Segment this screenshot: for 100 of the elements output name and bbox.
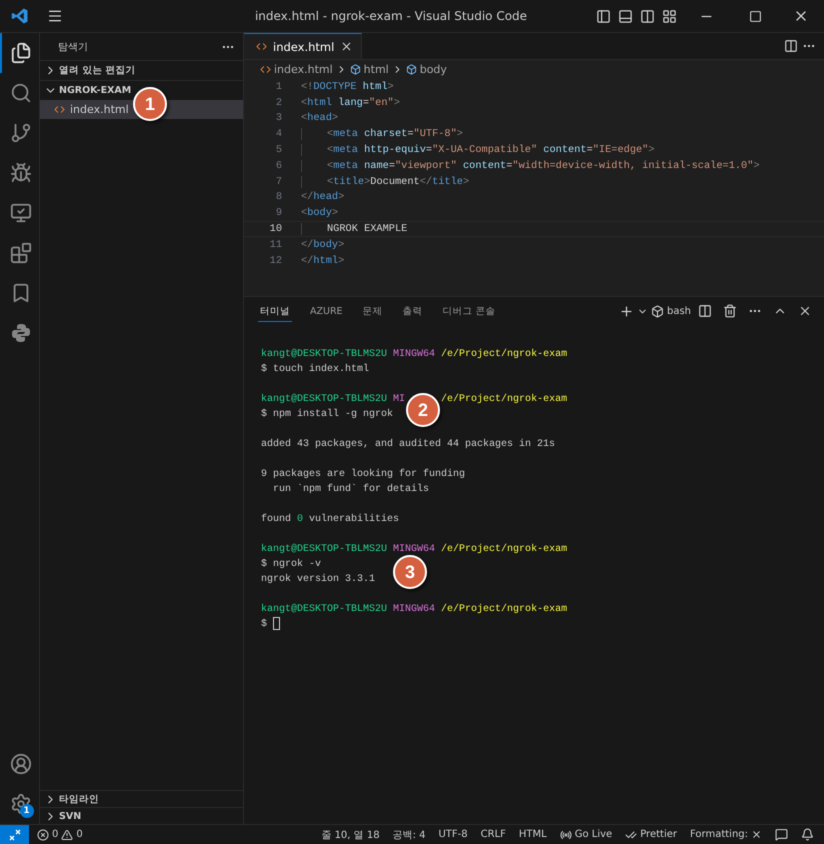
status-item[interactable]: 줄 10, 열 18 xyxy=(321,828,380,842)
monitor-icon xyxy=(10,202,32,224)
code-line: <meta http-equiv="X-UA-Compatible" content="IE=edge"> xyxy=(301,144,655,156)
code-line: <html lang="en"> xyxy=(301,96,400,109)
shell-label[interactable]: bash xyxy=(666,306,691,316)
window-title: index.html - ngrok-exam - Visual Studio Code xyxy=(254,9,528,23)
blocks-icon xyxy=(10,242,32,264)
code-line: <meta name="viewport" content="width=device-width, initial-scale=1.0"> xyxy=(301,160,760,172)
status-item[interactable]: Prettier xyxy=(625,828,677,840)
line-number: 11 xyxy=(268,238,282,251)
section-header[interactable]: 타임라인 xyxy=(59,792,99,806)
menu-icon[interactable] xyxy=(47,8,63,24)
status-item[interactable]: Formatting: xyxy=(690,829,762,840)
split-editor-icon[interactable] xyxy=(784,39,798,53)
sidebar-toggle-icon[interactable] xyxy=(596,8,610,24)
close-icon[interactable] xyxy=(798,304,812,318)
python-icon xyxy=(10,323,30,343)
breadcrumb[interactable]: body xyxy=(420,62,447,76)
line-number: 4 xyxy=(274,128,282,140)
code-icon xyxy=(256,41,267,52)
close-icon xyxy=(751,829,762,840)
app-logo-icon xyxy=(11,7,29,25)
remote-button[interactable] xyxy=(0,825,29,844)
terminal-line: 9 packages are looking for funding xyxy=(261,468,466,482)
broadcast-icon xyxy=(560,828,572,840)
code-line: </body> xyxy=(301,238,344,251)
double-check-icon xyxy=(625,828,638,840)
layout-icon[interactable] xyxy=(662,8,676,24)
remote-icon xyxy=(8,828,20,840)
files-icon xyxy=(10,42,32,64)
search-icon xyxy=(10,82,32,104)
split-terminal-icon[interactable] xyxy=(698,304,712,318)
close-icon[interactable] xyxy=(340,40,354,53)
line-number: 9 xyxy=(274,207,282,220)
terminal-line: added 43 packages, and audited 44 packages in 21s xyxy=(261,438,556,452)
line-number: 7 xyxy=(274,176,282,188)
terminal-line: $ touch index.html xyxy=(261,362,370,377)
trash-icon[interactable] xyxy=(723,304,737,318)
line-number: 8 xyxy=(274,191,282,204)
status-item[interactable]: 공백: 4 xyxy=(392,828,426,842)
branch-icon xyxy=(10,122,32,144)
panel-toggle-icon[interactable] xyxy=(618,8,632,24)
breadcrumb[interactable]: index.html xyxy=(274,62,333,76)
code-line: <title>Document</title> xyxy=(301,176,470,188)
terminal-line: kangt@DESKTOP-TBLMS2U MINGW64 /e/Project/ngrok-exam xyxy=(261,602,568,617)
code-line: </html> xyxy=(301,254,344,267)
terminal-line: run `npm fund` for details xyxy=(272,482,430,497)
panel-tab[interactable]: 터미널 xyxy=(258,300,292,322)
breadcrumb[interactable]: html xyxy=(364,62,389,76)
split-layout-icon[interactable] xyxy=(640,8,654,24)
feedback-icon[interactable] xyxy=(775,828,788,841)
code-line: <body> xyxy=(301,207,338,220)
panel-tab[interactable]: AZURE xyxy=(308,301,345,321)
error-icon xyxy=(37,828,49,840)
code-icon xyxy=(54,104,65,115)
panel-tab[interactable]: 문제 xyxy=(360,300,385,322)
cube-icon xyxy=(406,64,417,74)
status-item[interactable]: HTML xyxy=(518,829,547,840)
terminal-line: ngrok version 3.3.1 xyxy=(261,572,376,587)
code-icon xyxy=(260,64,271,74)
line-number: 12 xyxy=(268,254,282,267)
code-line: <meta charset="UTF-8"> xyxy=(301,128,463,140)
code-line: <!DOCTYPE html> xyxy=(301,80,394,93)
notification-badge: 1 xyxy=(20,804,34,818)
line-number: 5 xyxy=(274,144,282,156)
status-item[interactable]: Go Live xyxy=(560,828,612,840)
panel-tab[interactable]: 디버그 콘솔 xyxy=(440,300,498,322)
editor-tab[interactable]: index.html xyxy=(244,33,362,59)
account-icon[interactable] xyxy=(10,753,32,775)
line-number: 1 xyxy=(274,80,282,93)
terminal-line: kangt@DESKTOP-TBLMS2U MINGW64 /e/Project/ngrok-exam xyxy=(261,542,568,557)
bug-icon xyxy=(10,162,32,184)
code-line: NGROK EXAMPLE xyxy=(301,223,408,236)
section-header[interactable]: 열려 있는 편집기 xyxy=(59,64,136,77)
settings-icon[interactable] xyxy=(10,793,32,815)
terminal-line: $ npm install -g ngrok xyxy=(261,408,394,422)
line-number: 6 xyxy=(274,160,282,172)
status-item[interactable]: CRLF xyxy=(480,829,506,840)
code-line: <head> xyxy=(301,112,338,124)
terminal-line: found 0 vulnerabilities xyxy=(261,512,400,527)
terminal-line: $ ngrok -v xyxy=(261,558,322,572)
warning-icon xyxy=(61,828,74,840)
section-header[interactable]: SVN xyxy=(59,810,82,822)
plus-icon[interactable] xyxy=(618,304,634,318)
problems-indicator[interactable]: 0 0 xyxy=(37,828,83,840)
cube-icon xyxy=(350,64,361,74)
line-number: 3 xyxy=(274,112,282,124)
terminal-line: kangt@DESKTOP-TBLMS2U MINGW64 /e/Project/ngrok-exam xyxy=(261,348,568,362)
sidebar-title: 탐색기 xyxy=(58,40,88,54)
section-header[interactable]: NGROK-EXAM xyxy=(59,85,132,96)
bell-icon[interactable] xyxy=(801,828,814,841)
cube-icon xyxy=(650,304,664,318)
file-item[interactable]: index.html xyxy=(70,103,129,116)
panel-tab[interactable]: 출력 xyxy=(400,300,425,322)
code-line: </head> xyxy=(301,191,344,204)
maximize-icon[interactable] xyxy=(748,10,762,22)
status-item[interactable]: UTF-8 xyxy=(438,829,468,840)
line-number: 10 xyxy=(268,223,282,236)
line-number: 2 xyxy=(274,96,282,109)
terminal-line: $ xyxy=(261,617,280,632)
